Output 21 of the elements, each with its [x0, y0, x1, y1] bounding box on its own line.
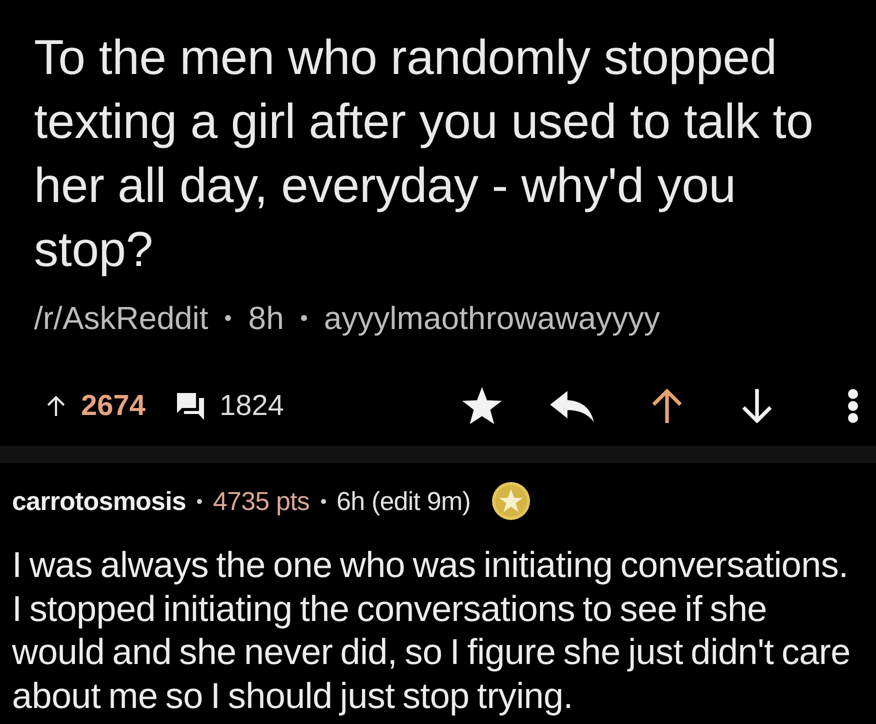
comment-author[interactable]: carrotosmosis — [12, 486, 186, 516]
comment-age: 6h (edit 9m) — [336, 486, 470, 516]
post-title: To the men who randomly stopped texting a girl after you used to talk to her all day, everyday - why'd you stop? — [34, 30, 814, 279]
separator-dot-icon — [300, 315, 307, 321]
reply-icon[interactable] — [550, 390, 594, 422]
subreddit-link[interactable]: /r/AskReddit — [34, 300, 208, 336]
separator-dot-icon — [225, 315, 232, 321]
downvote-icon[interactable] — [740, 389, 774, 423]
up-arrow-icon — [46, 395, 66, 417]
comment-points: 4735 pts — [212, 486, 310, 516]
post-age: 8h — [248, 300, 284, 336]
separator-dot-icon — [196, 498, 202, 504]
comments-icon — [176, 391, 206, 421]
separator-dot-icon — [320, 498, 326, 504]
comment-count: 1824 — [220, 390, 284, 422]
more-options-icon[interactable] — [848, 389, 858, 423]
score-count: 2674 — [81, 390, 146, 422]
upvote-icon[interactable] — [650, 389, 684, 423]
author-link[interactable]: ayyylmaothrowawayyyy — [324, 300, 660, 336]
star-icon[interactable] — [462, 387, 502, 425]
comment-body: I was always the one who was initiating conversations. I stopped initiating the conversations to see if she would and she never did, so I figure she just didn't care about me so I should just stop trying. — [12, 543, 852, 717]
